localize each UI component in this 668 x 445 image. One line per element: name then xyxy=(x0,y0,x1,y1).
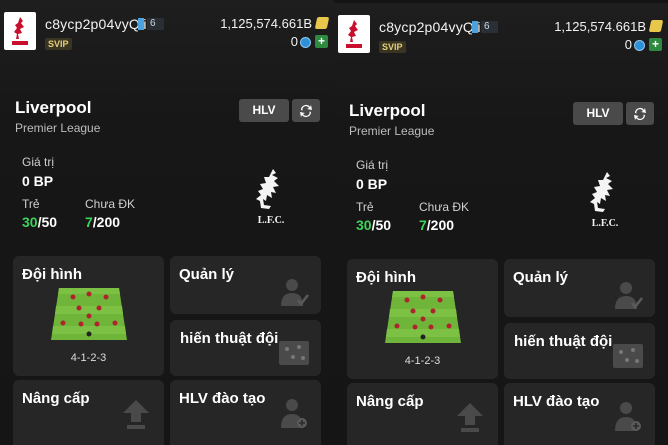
svip-badge: SVIP xyxy=(379,41,406,53)
formation-label: 4-1-2-3 xyxy=(404,355,441,367)
level-number: 6 xyxy=(147,18,164,30)
lfc-crest-icon: L.F.C. xyxy=(256,169,285,226)
upgrade-card[interactable]: Nâng cấp xyxy=(13,380,164,445)
club-panel-left: c8ycp2p04vyQli 6 SVIP 1,125,574.661B 0 +… xyxy=(0,0,334,445)
squad-title: Đội hình xyxy=(22,266,82,283)
tactics-board-icon xyxy=(279,341,309,365)
add-coins-button[interactable]: + xyxy=(649,38,662,51)
svg-text:L.F.C.: L.F.C. xyxy=(592,218,619,229)
club-value: 0 BP xyxy=(356,176,388,192)
level-bar-icon xyxy=(472,21,478,33)
club-name: Liverpool xyxy=(15,98,92,117)
swap-club-button[interactable] xyxy=(292,99,320,122)
unregistered-current: 7 xyxy=(419,217,427,233)
unregistered-max: /200 xyxy=(92,214,121,230)
swap-club-button[interactable] xyxy=(626,102,654,125)
unregistered-label: Chưa ĐK xyxy=(419,200,470,214)
unregistered-count: 7/200 xyxy=(419,217,454,233)
unregistered-count: 7/200 xyxy=(85,214,120,230)
tactics-title: hiến thuật đội xyxy=(180,330,279,347)
club-panel-right: c8ycp2p04vyQli 6 SVIP 1,125,574.661B 0 +… xyxy=(334,3,668,445)
swap-icon xyxy=(300,104,312,117)
upgrade-arrow-icon xyxy=(457,403,483,432)
upgrade-title: Nâng cấp xyxy=(356,393,424,410)
bp-balance: 1,125,574.661B xyxy=(220,16,312,31)
lfc-logo-icon[interactable] xyxy=(4,12,36,50)
unregistered-max: /200 xyxy=(426,217,455,233)
level-badge: 6 xyxy=(472,20,498,34)
squad-card[interactable]: Đội hình 4-1-2-3 xyxy=(13,256,164,376)
manager-icon xyxy=(281,279,309,307)
lfc-crest-icon: L.F.C. xyxy=(590,172,619,229)
username: c8ycp2p04vyQli xyxy=(379,19,481,35)
formation-pitch xyxy=(51,288,127,340)
upgrade-card[interactable]: Nâng cấp xyxy=(347,383,498,445)
svip-badge: SVIP xyxy=(45,38,72,50)
squad-title: Đội hình xyxy=(356,269,416,286)
top-bar: c8ycp2p04vyQli 6 SVIP 1,125,574.661B 0 + xyxy=(334,3,668,63)
unregistered-label: Chưa ĐK xyxy=(85,197,136,211)
top-bar: c8ycp2p04vyQli 6 SVIP 1,125,574.661B 0 + xyxy=(0,0,334,60)
youth-label: Trẻ xyxy=(356,200,374,214)
manage-title: Quản lý xyxy=(179,266,235,283)
level-number: 6 xyxy=(481,21,498,33)
tactics-card[interactable]: hiến thuật đội xyxy=(504,323,655,379)
youth-label: Trẻ xyxy=(22,197,40,211)
youth-count: 30/50 xyxy=(22,214,57,230)
youth-max: /50 xyxy=(37,214,58,230)
youth-count: 30/50 xyxy=(356,217,391,233)
level-badge: 6 xyxy=(138,17,164,31)
formation-pitch xyxy=(385,291,461,343)
tactics-board-icon xyxy=(613,344,643,368)
coin-balance: 0 xyxy=(290,34,298,49)
coach-icon xyxy=(615,402,641,431)
club-value: 0 BP xyxy=(22,173,54,189)
svg-text:L.F.C.: L.F.C. xyxy=(258,215,285,226)
club-name: Liverpool xyxy=(349,101,426,120)
league-name: Premier League xyxy=(15,121,101,135)
hlv-button[interactable]: HLV xyxy=(573,102,623,125)
lfc-logo-icon[interactable] xyxy=(338,15,370,53)
formation-label: 4-1-2-3 xyxy=(70,352,107,364)
coach-icon xyxy=(281,399,307,428)
coin-icon xyxy=(634,40,645,51)
coin-balance: 0 xyxy=(624,37,632,52)
youth-current: 30 xyxy=(356,217,372,233)
coach-title: HLV đào tạo xyxy=(179,390,266,407)
manage-card[interactable]: Quản lý xyxy=(170,256,321,314)
level-bar-icon xyxy=(138,18,144,30)
manage-card[interactable]: Quản lý xyxy=(504,259,655,317)
value-label: Giá trị xyxy=(22,155,55,169)
tactics-card[interactable]: hiến thuật đội xyxy=(170,320,321,376)
add-coins-button[interactable]: + xyxy=(315,35,328,48)
hlv-button[interactable]: HLV xyxy=(239,99,289,122)
swap-icon xyxy=(634,107,646,120)
manage-title: Quản lý xyxy=(513,269,569,286)
league-name: Premier League xyxy=(349,124,435,138)
username: c8ycp2p04vyQli xyxy=(45,16,147,32)
coach-card[interactable]: HLV đào tạo xyxy=(504,383,655,445)
manager-icon xyxy=(615,282,643,310)
squad-card[interactable]: Đội hình 4-1-2-3 xyxy=(347,259,498,379)
coach-card[interactable]: HLV đào tạo xyxy=(170,380,321,445)
unregistered-current: 7 xyxy=(85,214,93,230)
money-icon xyxy=(314,17,330,29)
coin-icon xyxy=(300,37,311,48)
coach-title: HLV đào tạo xyxy=(513,393,600,410)
money-icon xyxy=(648,20,664,32)
value-label: Giá trị xyxy=(356,158,389,172)
upgrade-title: Nâng cấp xyxy=(22,390,90,407)
bp-balance: 1,125,574.661B xyxy=(554,19,646,34)
youth-max: /50 xyxy=(371,217,392,233)
youth-current: 30 xyxy=(22,214,38,230)
upgrade-arrow-icon xyxy=(123,400,149,429)
tactics-title: hiến thuật đội xyxy=(514,333,613,350)
